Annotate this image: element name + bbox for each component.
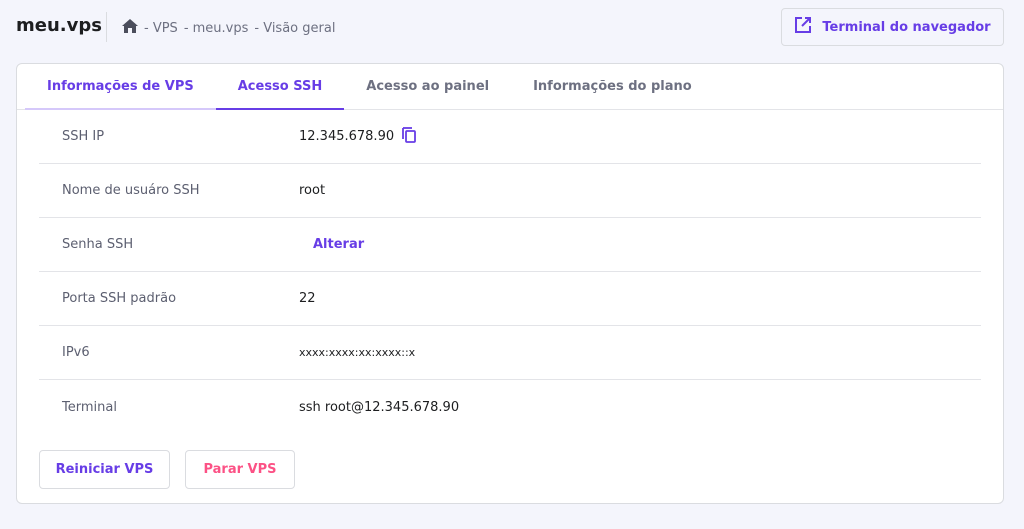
browser-terminal-button[interactable]: Terminal do navegador — [781, 8, 1004, 46]
change-password-link[interactable]: Alterar — [299, 237, 364, 252]
tab-plan-info[interactable]: Informações do plano — [511, 64, 714, 110]
tab-ssh-access[interactable]: Acesso SSH — [215, 64, 345, 110]
row-value: 22 — [299, 291, 316, 306]
row-label: SSH IP — [62, 129, 105, 144]
breadcrumb-server[interactable]: - meu.vps — [184, 21, 249, 36]
row-label: Senha SSH — [62, 237, 134, 252]
row-label: Nome de usuáro SSH — [62, 183, 200, 198]
row-value: 12.345.678.90 — [299, 126, 417, 147]
browser-terminal-label: Terminal do navegador — [822, 19, 991, 35]
breadcrumb-vps[interactable]: - VPS — [144, 21, 178, 36]
ssh-ip-row: SSH IP 12.345.678.90 — [39, 110, 981, 164]
stop-vps-button[interactable]: Parar VPS — [185, 450, 295, 489]
home-icon[interactable] — [122, 19, 138, 37]
page-title: meu.vps — [16, 15, 102, 36]
ssh-password-row: Senha SSH Alterar — [39, 218, 981, 272]
ssh-port-row: Porta SSH padrão 22 — [39, 272, 981, 326]
row-label: IPv6 — [62, 345, 90, 360]
tab-vps-info[interactable]: Informações de VPS — [25, 64, 216, 110]
tab-bar: Informações de VPS Acesso SSH Acesso ao … — [17, 64, 1003, 110]
restart-vps-button[interactable]: Reiniciar VPS — [39, 450, 170, 489]
terminal-row: Terminal ssh root@12.345.678.90 — [39, 380, 981, 434]
divider — [106, 12, 107, 42]
ssh-ip-value: 12.345.678.90 — [299, 129, 395, 144]
row-label: Terminal — [62, 399, 117, 415]
breadcrumb: - VPS - meu.vps - Visão geral — [122, 19, 335, 37]
breadcrumb-overview: - Visão geral — [254, 20, 336, 36]
tab-panel-access[interactable]: Acesso ao painel — [344, 64, 511, 110]
row-value: xxxx:xxxx:xx:xxxx::x — [299, 346, 416, 359]
row-label: Porta SSH padrão — [62, 291, 177, 306]
copy-icon[interactable] — [402, 126, 417, 147]
ssh-access-card: Informações de VPS Acesso SSH Acesso ao … — [16, 63, 1004, 504]
ssh-username-row: Nome de usuáro SSH root — [39, 164, 981, 218]
row-value: ssh root@12.345.678.90 — [299, 399, 460, 415]
external-link-icon — [794, 16, 812, 38]
ipv6-row: IPv6 xxxx:xxxx:xx:xxxx::x — [39, 326, 981, 380]
row-value: root — [299, 183, 326, 198]
